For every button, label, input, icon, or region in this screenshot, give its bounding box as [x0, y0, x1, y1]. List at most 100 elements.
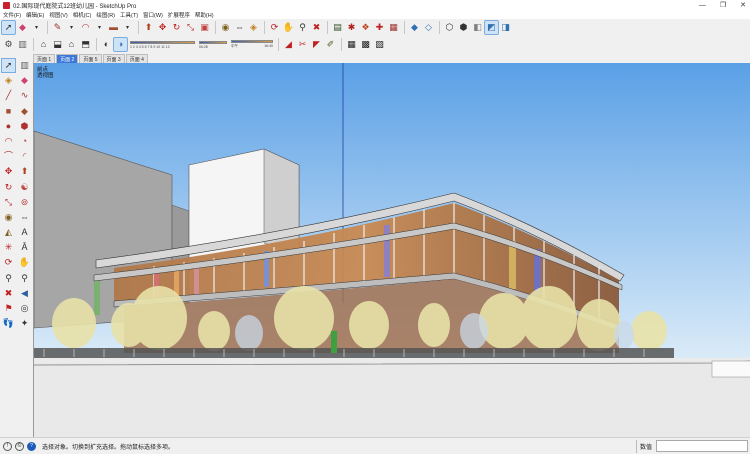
wireframe-style-icon[interactable]: ⬡	[443, 21, 456, 34]
pan-tool-icon[interactable]: ✋	[282, 21, 295, 34]
grid-b-icon[interactable]: ▩	[359, 38, 372, 51]
chevron-down-icon[interactable]: ▾	[121, 21, 134, 34]
grid-c-icon[interactable]: ▧	[373, 38, 386, 51]
components-icon[interactable]: ❖	[359, 21, 372, 34]
pie-tool-icon[interactable]: ◔	[18, 135, 31, 148]
section-cut-icon[interactable]: ◤	[310, 38, 323, 51]
arc-tool-icon[interactable]: ◠	[79, 21, 92, 34]
chevron-down-icon[interactable]: ▾	[30, 21, 43, 34]
geo-location-icon[interactable]: !	[3, 441, 12, 451]
polygon-tool-icon[interactable]: ⬢	[18, 120, 31, 133]
chevron-down-icon[interactable]: ▾	[65, 21, 78, 34]
xray-style-icon[interactable]: ◆	[408, 21, 421, 34]
layers-icon[interactable]: ▦	[387, 21, 400, 34]
rectangle-tool-icon[interactable]: ▬	[107, 21, 120, 34]
back-edges-style-icon[interactable]: ◇	[422, 21, 435, 34]
menu-tools[interactable]: 工具(T)	[120, 11, 138, 19]
top-view-icon[interactable]: ⌂	[65, 38, 78, 51]
line-tool-icon[interactable]: ╱	[2, 89, 15, 102]
push-pull-tool-icon[interactable]: ⬆	[18, 165, 31, 178]
previous-view-icon[interactable]: ◀	[18, 287, 31, 300]
zoom-tool-icon[interactable]: ⚲	[2, 272, 15, 285]
tape-measure-icon[interactable]: ◉	[2, 211, 15, 224]
dimension-tool-icon[interactable]: ⇔	[233, 21, 246, 34]
credits-icon[interactable]: ©	[15, 441, 24, 451]
select-tool-icon[interactable]: ➚	[1, 20, 16, 35]
zoom-extents-icon[interactable]: ✖	[310, 21, 323, 34]
measurements-input[interactable]	[656, 440, 748, 452]
warehouse-icon[interactable]: ▤	[331, 21, 344, 34]
time-slider-track[interactable]	[199, 40, 227, 44]
scene-tab-1[interactable]: 页面 1	[33, 54, 56, 63]
shadow-time-slider-2[interactable]: 中午 16:40	[231, 37, 273, 52]
scale-tool-icon[interactable]: ⤡	[184, 21, 197, 34]
grid-a-icon[interactable]: ▦	[345, 38, 358, 51]
shadow-month-slider[interactable]: 1 2 3 4 5 6 7 8 9 10 11 12	[130, 37, 195, 52]
section-display-icon[interactable]: ✂	[296, 38, 309, 51]
time-slider-track-2[interactable]	[231, 40, 273, 43]
pencil-tool-icon[interactable]: ✎	[51, 21, 64, 34]
hidden-line-style-icon[interactable]: ⬢	[457, 21, 470, 34]
scene-tab-3[interactable]: 页面 3	[102, 54, 125, 63]
menu-extensions[interactable]: 扩展程序	[168, 11, 190, 19]
month-slider-track[interactable]	[130, 40, 195, 44]
offset-tool-icon[interactable]: ▣	[198, 21, 211, 34]
select-tool-icon[interactable]: ➚	[1, 58, 16, 73]
shadows-toggle-icon[interactable]: ◐	[100, 38, 113, 51]
circle-tool-icon[interactable]: ●	[2, 120, 15, 133]
component-tool-icon[interactable]: ▥	[18, 59, 31, 72]
orbit-tool-icon[interactable]: ⟳	[268, 21, 281, 34]
tape-measure-icon[interactable]: ◉	[219, 21, 232, 34]
extension-warehouse-icon[interactable]: ✱	[345, 21, 358, 34]
arc-tool-icon[interactable]: ◠	[2, 135, 15, 148]
walk-tool-icon[interactable]: 👣	[2, 317, 15, 330]
position-camera-icon[interactable]: ⚑	[2, 302, 15, 315]
move-tool-icon[interactable]: ✥	[156, 21, 169, 34]
two-point-arc-icon[interactable]: ⌒	[2, 150, 15, 163]
extension-b-icon[interactable]: ▥	[16, 38, 29, 51]
move-tool-icon[interactable]: ✥	[2, 165, 15, 178]
home-view-icon[interactable]: ⌂	[37, 38, 50, 51]
chevron-down-icon[interactable]: ▾	[93, 21, 106, 34]
help-icon[interactable]: ?	[27, 441, 36, 451]
freehand-tool-icon[interactable]: ∿	[18, 89, 31, 102]
menu-camera[interactable]: 相机(C)	[73, 11, 92, 19]
shadow-time-slider[interactable]: 06:28	[199, 37, 227, 52]
offset-tool-icon[interactable]: ⊚	[18, 196, 31, 209]
extension-a-icon[interactable]: ⚙	[2, 38, 15, 51]
push-pull-tool-icon[interactable]: ⬆	[142, 21, 155, 34]
dimension-tool-icon[interactable]: ⇔	[18, 211, 31, 224]
zoom-extents-icon[interactable]: ✖	[2, 287, 15, 300]
orbit-tool-icon[interactable]: ⟳	[2, 256, 15, 269]
monochrome-style-icon[interactable]: ◨	[499, 21, 512, 34]
eraser-tool-icon[interactable]: ◆	[16, 21, 29, 34]
scene-tab-2[interactable]: 页面 2	[56, 54, 79, 63]
restore-button[interactable]: ❐	[720, 1, 726, 9]
minimize-button[interactable]: —	[699, 2, 706, 9]
rectangle-tool-icon[interactable]: ■	[2, 105, 15, 118]
materials-icon[interactable]: ✚	[373, 21, 386, 34]
menu-view[interactable]: 视图(V)	[49, 11, 67, 19]
zoom-tool-icon[interactable]: ⚲	[296, 21, 309, 34]
eraser-tool-icon[interactable]: ◆	[18, 74, 31, 87]
paint-bucket-icon[interactable]: ◈	[247, 21, 260, 34]
three-point-arc-icon[interactable]: ◜	[18, 150, 31, 163]
front-view-icon[interactable]: ⬒	[79, 38, 92, 51]
menu-edit[interactable]: 编辑(E)	[26, 11, 44, 19]
scale-tool-icon[interactable]: ⤡	[2, 196, 15, 209]
menu-help[interactable]: 帮助(H)	[195, 11, 214, 19]
menu-window[interactable]: 窗口(W)	[143, 11, 163, 19]
menu-draw[interactable]: 绘图(R)	[96, 11, 115, 19]
section-plane-icon[interactable]: ◢	[282, 38, 295, 51]
zoom-window-icon[interactable]: ⚲	[18, 272, 31, 285]
rotate-tool-icon[interactable]: ↻	[2, 181, 15, 194]
textured-style-icon[interactable]: ◩	[484, 20, 499, 35]
follow-me-icon[interactable]: ☯	[18, 181, 31, 194]
paint-bucket-icon[interactable]: ◈	[2, 74, 15, 87]
menu-file[interactable]: 文件(F)	[3, 11, 21, 19]
sandbox-brush-icon[interactable]: ✐	[324, 38, 337, 51]
iso-view-icon[interactable]: ⬓	[51, 38, 64, 51]
text-tool-icon[interactable]: A	[18, 226, 31, 239]
close-button[interactable]: ✕	[740, 1, 746, 9]
look-around-icon[interactable]: ◎	[18, 302, 31, 315]
